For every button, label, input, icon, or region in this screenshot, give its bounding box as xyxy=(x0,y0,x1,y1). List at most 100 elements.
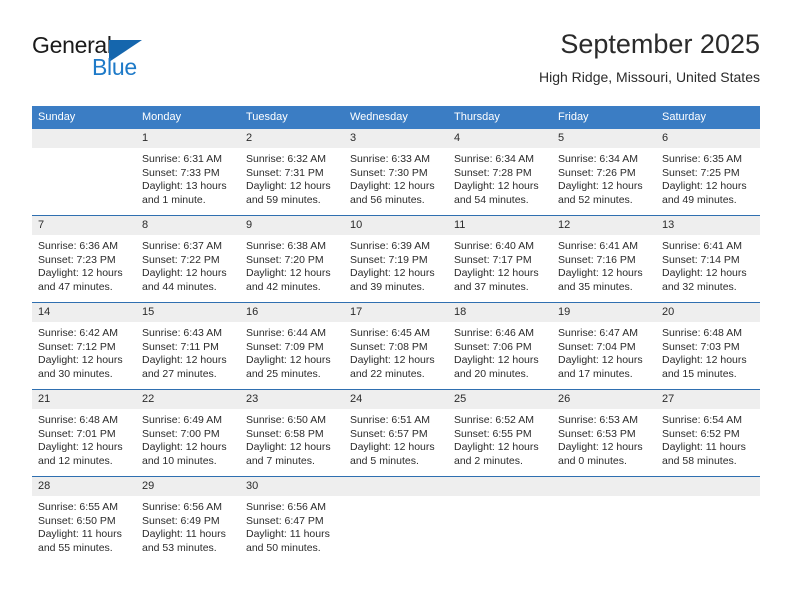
sunset-text: Sunset: 6:47 PM xyxy=(246,514,324,527)
daylight-text-line2: and 15 minutes. xyxy=(662,367,737,380)
day-details: Sunrise: 6:37 AM Sunset: 7:22 PM Daylight:… xyxy=(136,235,240,300)
calendar-cell[interactable]: 14 Sunrise: 6:42 AM Sunset: 7:12 PM Dayligh… xyxy=(32,302,136,390)
day-details: Sunrise: 6:38 AM Sunset: 7:20 PM Daylight:… xyxy=(240,235,344,300)
calendar-cell[interactable]: 29 Sunrise: 6:56 AM Sunset: 6:49 PM Dayligh… xyxy=(136,476,240,563)
sunset-text: Sunset: 7:33 PM xyxy=(142,166,220,179)
sunrise-text: Sunrise: 6:53 AM xyxy=(558,414,638,426)
sunset-text: Sunset: 6:55 PM xyxy=(454,427,532,440)
calendar-week-row: 28 Sunrise: 6:55 AM Sunset: 6:50 PM Dayligh… xyxy=(32,476,760,563)
calendar-cell[interactable]: 17 Sunrise: 6:45 AM Sunset: 7:08 PM Dayligh… xyxy=(344,302,448,390)
sunrise-text: Sunrise: 6:55 AM xyxy=(38,501,118,513)
sunrise-text: Sunrise: 6:32 AM xyxy=(246,153,326,165)
daylight-text-line1: Daylight: 12 hours xyxy=(350,354,435,367)
calendar-cell[interactable]: 26 Sunrise: 6:53 AM Sunset: 6:53 PM Dayligh… xyxy=(552,389,656,477)
sunset-text: Sunset: 7:25 PM xyxy=(662,166,740,179)
daylight-text-line2: and 52 minutes. xyxy=(558,193,633,206)
day-details: Sunrise: 6:32 AM Sunset: 7:31 PM Daylight:… xyxy=(240,148,344,213)
sunset-text: Sunset: 7:08 PM xyxy=(350,340,428,353)
calendar-cell[interactable]: 19 Sunrise: 6:47 AM Sunset: 7:04 PM Dayligh… xyxy=(552,302,656,390)
daylight-text-line1: Daylight: 11 hours xyxy=(142,528,226,541)
daylight-text-line1: Daylight: 12 hours xyxy=(246,180,331,193)
daylight-text-line1: Daylight: 12 hours xyxy=(662,267,747,280)
daylight-text-line1: Daylight: 12 hours xyxy=(454,180,539,193)
sunset-text: Sunset: 6:57 PM xyxy=(350,427,428,440)
weekday-header-wednesday: Wednesday xyxy=(344,106,448,129)
day-details: Sunrise: 6:34 AM Sunset: 7:26 PM Daylight:… xyxy=(552,148,656,213)
daylight-text-line2: and 2 minutes. xyxy=(454,454,523,467)
day-details: Sunrise: 6:35 AM Sunset: 7:25 PM Daylight:… xyxy=(656,148,760,213)
daylight-text-line1: Daylight: 12 hours xyxy=(38,354,123,367)
calendar-cell[interactable]: 10 Sunrise: 6:39 AM Sunset: 7:19 PM Dayligh… xyxy=(344,215,448,303)
calendar-cell[interactable]: 23 Sunrise: 6:50 AM Sunset: 6:58 PM Dayligh… xyxy=(240,389,344,477)
calendar-cell[interactable]: 5 Sunrise: 6:34 AM Sunset: 7:26 PM Daylight… xyxy=(552,129,656,216)
sunrise-text: Sunrise: 6:46 AM xyxy=(454,327,534,339)
sunset-text: Sunset: 7:16 PM xyxy=(558,253,636,266)
day-details: Sunrise: 6:36 AM Sunset: 7:23 PM Daylight:… xyxy=(32,235,136,300)
sunrise-text: Sunrise: 6:48 AM xyxy=(662,327,742,339)
calendar-cell[interactable]: 27 Sunrise: 6:54 AM Sunset: 6:52 PM Dayligh… xyxy=(656,389,760,477)
day-details: Sunrise: 6:43 AM Sunset: 7:11 PM Daylight:… xyxy=(136,322,240,387)
sunset-text: Sunset: 7:06 PM xyxy=(454,340,532,353)
calendar-cell[interactable]: 2 Sunrise: 6:32 AM Sunset: 7:31 PM Daylight… xyxy=(240,129,344,216)
calendar-cell[interactable]: 24 Sunrise: 6:51 AM Sunset: 6:57 PM Dayligh… xyxy=(344,389,448,477)
calendar-cell[interactable]: 3 Sunrise: 6:33 AM Sunset: 7:30 PM Daylight… xyxy=(344,129,448,216)
calendar-cell[interactable]: 7 Sunrise: 6:36 AM Sunset: 7:23 PM Daylight… xyxy=(32,215,136,303)
calendar-cell[interactable]: 4 Sunrise: 6:34 AM Sunset: 7:28 PM Daylight… xyxy=(448,129,552,216)
day-details: Sunrise: 6:31 AM Sunset: 7:33 PM Daylight:… xyxy=(136,148,240,213)
daylight-text-line1: Daylight: 12 hours xyxy=(558,267,643,280)
calendar-cell[interactable]: 13 Sunrise: 6:41 AM Sunset: 7:14 PM Dayligh… xyxy=(656,215,760,303)
calendar-cell[interactable]: 30 Sunrise: 6:56 AM Sunset: 6:47 PM Dayligh… xyxy=(240,476,344,563)
calendar-cell[interactable]: 11 Sunrise: 6:40 AM Sunset: 7:17 PM Dayligh… xyxy=(448,215,552,303)
day-number: 7 xyxy=(32,216,136,235)
daylight-text-line1: Daylight: 12 hours xyxy=(662,180,747,193)
daylight-text-line1: Daylight: 13 hours xyxy=(142,180,227,193)
calendar-cell[interactable]: 12 Sunrise: 6:41 AM Sunset: 7:16 PM Dayligh… xyxy=(552,215,656,303)
day-number: 16 xyxy=(240,303,344,322)
day-cell: 19 Sunrise: 6:47 AM Sunset: 7:04 PM Dayligh… xyxy=(552,303,656,389)
sunset-text: Sunset: 7:19 PM xyxy=(350,253,428,266)
calendar-cell[interactable]: 16 Sunrise: 6:44 AM Sunset: 7:09 PM Dayligh… xyxy=(240,302,344,390)
calendar-cell[interactable]: 20 Sunrise: 6:48 AM Sunset: 7:03 PM Dayligh… xyxy=(656,302,760,390)
calendar-cell[interactable]: 18 Sunrise: 6:46 AM Sunset: 7:06 PM Dayligh… xyxy=(448,302,552,390)
sunset-text: Sunset: 7:04 PM xyxy=(558,340,636,353)
day-details: Sunrise: 6:54 AM Sunset: 6:52 PM Daylight:… xyxy=(656,409,760,474)
sunset-text: Sunset: 6:50 PM xyxy=(38,514,116,527)
daylight-text-line2: and 32 minutes. xyxy=(662,280,737,293)
calendar-cell xyxy=(448,476,552,563)
day-number xyxy=(32,129,136,148)
brand-logo[interactable]: General Blue xyxy=(32,32,222,88)
calendar-cell[interactable]: 15 Sunrise: 6:43 AM Sunset: 7:11 PM Dayligh… xyxy=(136,302,240,390)
day-cell: 27 Sunrise: 6:54 AM Sunset: 6:52 PM Dayligh… xyxy=(656,390,760,476)
day-details: Sunrise: 6:39 AM Sunset: 7:19 PM Daylight:… xyxy=(344,235,448,300)
daylight-text-line1: Daylight: 12 hours xyxy=(350,267,435,280)
calendar-cell xyxy=(344,476,448,563)
sunset-text: Sunset: 6:53 PM xyxy=(558,427,636,440)
day-details: Sunrise: 6:41 AM Sunset: 7:14 PM Daylight:… xyxy=(656,235,760,300)
sunset-text: Sunset: 7:22 PM xyxy=(142,253,220,266)
daylight-text-line1: Daylight: 12 hours xyxy=(142,354,227,367)
calendar-cell[interactable]: 21 Sunrise: 6:48 AM Sunset: 7:01 PM Dayligh… xyxy=(32,389,136,477)
daylight-text-line2: and 44 minutes. xyxy=(142,280,217,293)
daylight-text-line2: and 35 minutes. xyxy=(558,280,633,293)
day-number: 5 xyxy=(552,129,656,148)
day-number: 17 xyxy=(344,303,448,322)
day-cell: 18 Sunrise: 6:46 AM Sunset: 7:06 PM Dayligh… xyxy=(448,303,552,389)
calendar-cell[interactable]: 9 Sunrise: 6:38 AM Sunset: 7:20 PM Daylight… xyxy=(240,215,344,303)
daylight-text-line2: and 12 minutes. xyxy=(38,454,113,467)
calendar-cell[interactable]: 6 Sunrise: 6:35 AM Sunset: 7:25 PM Daylight… xyxy=(656,129,760,216)
day-details: Sunrise: 6:49 AM Sunset: 7:00 PM Daylight:… xyxy=(136,409,240,474)
calendar-cell[interactable]: 8 Sunrise: 6:37 AM Sunset: 7:22 PM Daylight… xyxy=(136,215,240,303)
day-details: Sunrise: 6:55 AM Sunset: 6:50 PM Daylight:… xyxy=(32,496,136,561)
page-title: September 2025 xyxy=(560,29,760,59)
calendar-cell[interactable]: 25 Sunrise: 6:52 AM Sunset: 6:55 PM Dayligh… xyxy=(448,389,552,477)
sunrise-text: Sunrise: 6:37 AM xyxy=(142,240,222,252)
calendar-cell xyxy=(32,129,136,216)
day-cell: 17 Sunrise: 6:45 AM Sunset: 7:08 PM Dayligh… xyxy=(344,303,448,389)
calendar-cell[interactable]: 22 Sunrise: 6:49 AM Sunset: 7:00 PM Dayligh… xyxy=(136,389,240,477)
day-cell: 30 Sunrise: 6:56 AM Sunset: 6:47 PM Dayligh… xyxy=(240,477,344,563)
day-cell-empty xyxy=(32,129,136,215)
day-details: Sunrise: 6:45 AM Sunset: 7:08 PM Daylight:… xyxy=(344,322,448,387)
calendar-cell[interactable]: 28 Sunrise: 6:55 AM Sunset: 6:50 PM Dayligh… xyxy=(32,476,136,563)
day-number: 9 xyxy=(240,216,344,235)
calendar-cell[interactable]: 1 Sunrise: 6:31 AM Sunset: 7:33 PM Daylight… xyxy=(136,129,240,216)
